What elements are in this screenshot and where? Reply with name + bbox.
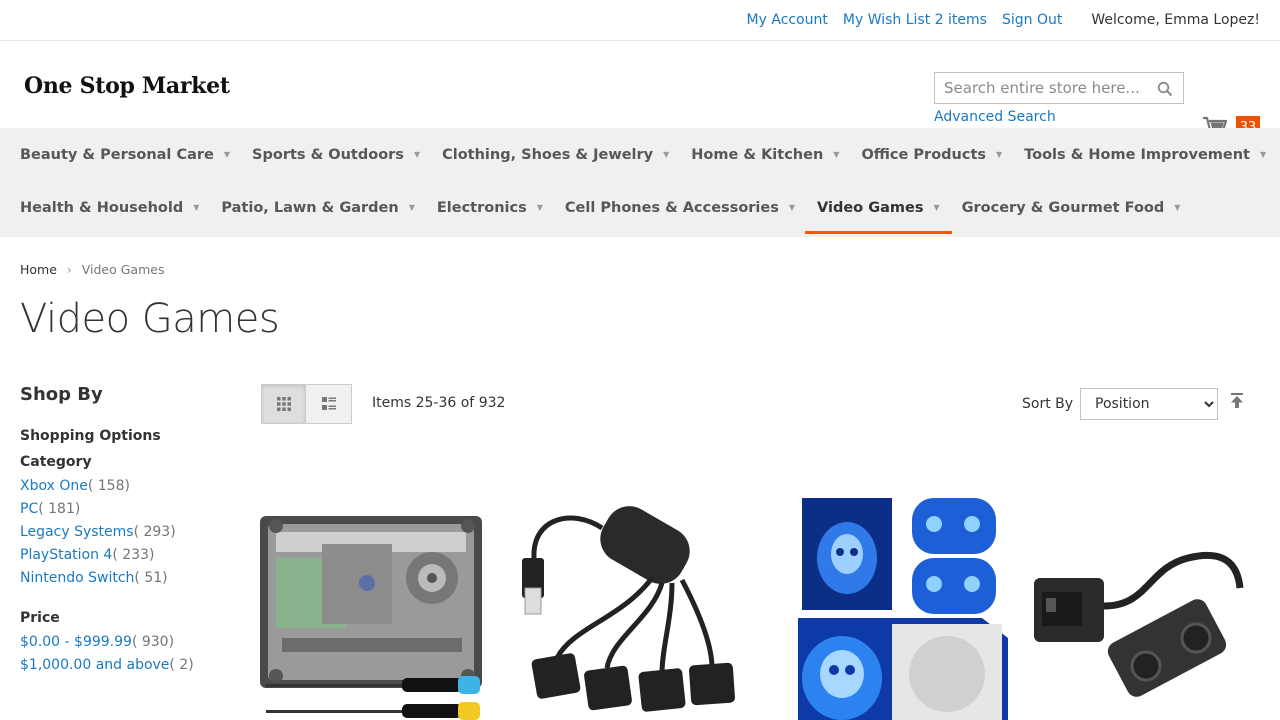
nav-label: Clothing, Shoes & Jewelry bbox=[442, 146, 654, 163]
products-toolbar: Items 25-36 of 932 Sort By Position bbox=[261, 384, 1260, 424]
nav-label: Grocery & Gourmet Food bbox=[961, 199, 1165, 216]
filter-count: ( 930) bbox=[131, 634, 175, 650]
advanced-search-link[interactable]: Advanced Search bbox=[934, 109, 1056, 125]
nav-row-1: Beauty & Personal Care ▼ Sports & Outdoor… bbox=[20, 128, 1280, 181]
list-icon bbox=[321, 397, 336, 410]
chevron-down-icon: ▼ bbox=[1174, 203, 1181, 212]
nav-tools-home-improvement[interactable]: Tools & Home Improvement ▼ bbox=[1024, 128, 1266, 181]
breadcrumb: Home › Video Games bbox=[20, 262, 164, 277]
list-item: $1,000.00 and above( 2) bbox=[20, 657, 230, 680]
nav-label: Cell Phones & Accessories bbox=[564, 199, 779, 216]
category-navigation: Beauty & Personal Care ▼ Sports & Outdoor… bbox=[0, 128, 1280, 237]
chevron-down-icon: ▼ bbox=[536, 203, 543, 212]
chevron-down-icon: ▼ bbox=[1259, 150, 1267, 159]
product-image-blue-skull-console-skin[interactable] bbox=[772, 488, 1012, 720]
list-item: $0.00 - $999.99( 930) bbox=[20, 634, 230, 657]
grid-icon bbox=[276, 397, 291, 411]
filter-count: ( 158) bbox=[87, 478, 130, 494]
nav-beauty-personal-care[interactable]: Beauty & Personal Care ▼ bbox=[20, 128, 230, 181]
sort-by-label: Sort By bbox=[1022, 396, 1074, 412]
product-image-xbox-power-adapter-cable[interactable] bbox=[1028, 488, 1260, 720]
filter-count: ( 181) bbox=[38, 501, 81, 517]
toolbar-item-count: Items 25-36 of 932 bbox=[372, 395, 506, 411]
chevron-down-icon: ▼ bbox=[193, 203, 200, 212]
site-header: One Stop Market Advanced Search 33 bbox=[0, 41, 1280, 139]
search-icon[interactable] bbox=[1157, 81, 1173, 97]
wish-list-link[interactable]: My Wish List 2 items bbox=[843, 12, 987, 28]
list-item: PlayStation 4( 233) bbox=[20, 547, 230, 570]
chevron-down-icon: ▼ bbox=[788, 203, 796, 212]
filter-option-xbox-one[interactable]: Xbox One bbox=[20, 478, 88, 494]
list-item: PC( 181) bbox=[20, 501, 230, 524]
filter-option-pc[interactable]: PC bbox=[20, 501, 38, 517]
welcome-message: Welcome, Emma Lopez! bbox=[1091, 12, 1260, 28]
nav-label: Beauty & Personal Care bbox=[20, 146, 214, 163]
grid-view-button[interactable] bbox=[261, 384, 306, 424]
category-filter-title[interactable]: Category bbox=[20, 454, 230, 470]
chevron-down-icon: ▼ bbox=[996, 150, 1003, 159]
filter-count: ( 51) bbox=[134, 570, 168, 586]
filter-count: ( 293) bbox=[133, 524, 176, 540]
shopping-options-heading: Shopping Options bbox=[20, 428, 161, 444]
category-filter-list: Xbox One( 158) PC( 181) Legacy Systems( … bbox=[20, 478, 230, 593]
price-filter-title[interactable]: Price bbox=[20, 610, 230, 626]
view-mode-switcher bbox=[261, 384, 352, 424]
sort-by-select[interactable]: Position bbox=[1080, 388, 1218, 420]
product-grid bbox=[250, 488, 1260, 720]
nav-row-2: Health & Household ▼ Patio, Lawn & Garden… bbox=[20, 181, 1202, 234]
nav-label: Electronics bbox=[436, 199, 527, 216]
shop-by-heading: Shop By bbox=[20, 384, 103, 405]
nav-label: Health & Household bbox=[20, 199, 184, 216]
nav-label: Patio, Lawn & Garden bbox=[221, 199, 399, 216]
filter-option-nintendo-switch[interactable]: Nintendo Switch bbox=[20, 570, 134, 586]
nav-electronics[interactable]: Electronics ▼ bbox=[437, 181, 543, 234]
product-image-usb-hub-cable[interactable] bbox=[512, 488, 752, 720]
filter-option-price-low[interactable]: $0.00 - $999.99 bbox=[20, 634, 132, 650]
nav-health-household[interactable]: Health & Household ▼ bbox=[20, 181, 199, 234]
nav-patio-lawn-garden[interactable]: Patio, Lawn & Garden ▼ bbox=[221, 181, 414, 234]
top-header-bar: My Account My Wish List 2 items Sign Out… bbox=[0, 0, 1280, 41]
layered-navigation-sidebar: Shop By Shopping Options Category Xbox O… bbox=[20, 384, 230, 680]
filter-count: ( 233) bbox=[112, 547, 155, 563]
search-input[interactable] bbox=[935, 73, 1145, 103]
chevron-down-icon: ▼ bbox=[413, 150, 421, 159]
price-filter-list: $0.00 - $999.99( 930) $1,000.00 and abov… bbox=[20, 634, 230, 680]
product-image-dvd-drive-with-screwdrivers[interactable] bbox=[252, 488, 492, 720]
chevron-down-icon: ▼ bbox=[663, 150, 670, 159]
filter-option-playstation-4[interactable]: PlayStation 4 bbox=[20, 547, 112, 563]
nav-label: Home & Kitchen bbox=[691, 146, 824, 163]
list-item: Legacy Systems( 293) bbox=[20, 524, 230, 547]
chevron-down-icon: ▼ bbox=[408, 203, 415, 212]
filter-option-price-high[interactable]: $1,000.00 and above bbox=[20, 657, 169, 673]
nav-office-products[interactable]: Office Products ▼ bbox=[861, 128, 1002, 181]
chevron-down-icon: ▼ bbox=[833, 150, 840, 159]
nav-home-kitchen[interactable]: Home & Kitchen ▼ bbox=[691, 128, 839, 181]
store-logo[interactable]: One Stop Market bbox=[24, 73, 230, 99]
chevron-right-icon: › bbox=[66, 262, 72, 277]
chevron-down-icon: ▼ bbox=[223, 150, 231, 159]
sign-out-link[interactable]: Sign Out bbox=[1002, 12, 1062, 28]
filter-option-legacy-systems[interactable]: Legacy Systems bbox=[20, 524, 134, 540]
nav-clothing-shoes-jewelry[interactable]: Clothing, Shoes & Jewelry ▼ bbox=[442, 128, 669, 181]
nav-label: Sports & Outdoors bbox=[252, 146, 404, 163]
filter-count: ( 2) bbox=[169, 657, 194, 673]
list-item: Xbox One( 158) bbox=[20, 478, 230, 501]
breadcrumb-current: Video Games bbox=[81, 262, 165, 277]
my-account-link[interactable]: My Account bbox=[747, 12, 828, 28]
nav-label: Office Products bbox=[861, 146, 987, 163]
search-box bbox=[934, 72, 1184, 104]
page-title: Video Games bbox=[20, 296, 280, 342]
nav-grocery-gourmet-food[interactable]: Grocery & Gourmet Food ▼ bbox=[962, 181, 1181, 234]
nav-video-games[interactable]: Video Games ▼ bbox=[805, 181, 952, 234]
list-view-button[interactable] bbox=[306, 384, 352, 424]
list-item: Nintendo Switch( 51) bbox=[20, 570, 230, 593]
nav-cell-phones-accessories[interactable]: Cell Phones & Accessories ▼ bbox=[565, 181, 795, 234]
header-links: My Account My Wish List 2 items Sign Out… bbox=[732, 0, 1260, 40]
nav-sports-outdoors[interactable]: Sports & Outdoors ▼ bbox=[252, 128, 420, 181]
sort-direction-arrow-up-icon[interactable] bbox=[1230, 393, 1244, 409]
chevron-down-icon: ▼ bbox=[933, 203, 940, 212]
breadcrumb-home-link[interactable]: Home bbox=[20, 262, 57, 277]
nav-label: Video Games bbox=[817, 199, 924, 216]
nav-label: Tools & Home Improvement bbox=[1024, 146, 1250, 163]
